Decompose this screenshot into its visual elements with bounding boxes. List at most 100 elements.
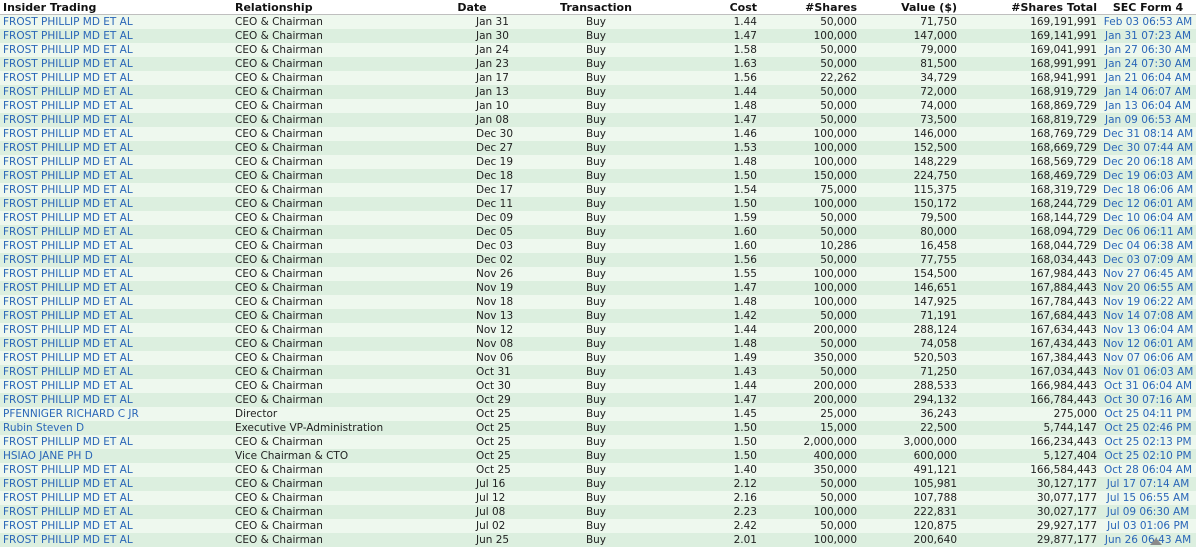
sec-form-4-link[interactable]: Nov 20 06:55 AM xyxy=(1103,282,1193,294)
table-row: FROST PHILLIP MD ET AL CEO & Chairman Dec … xyxy=(0,127,1196,141)
header-cost[interactable]: Cost xyxy=(660,0,760,15)
insider-name-link[interactable]: FROST PHILLIP MD ET AL xyxy=(3,128,133,140)
sec-form-4-link[interactable]: Jan 13 06:04 AM xyxy=(1105,100,1191,112)
date-cell: Jan 17 xyxy=(412,71,532,85)
insider-name-link[interactable]: FROST PHILLIP MD ET AL xyxy=(3,212,133,224)
sec-form-4-link[interactable]: Feb 03 06:53 AM xyxy=(1104,16,1192,28)
sec-form-4-link[interactable]: Nov 14 07:08 AM xyxy=(1103,310,1193,322)
insider-name-link[interactable]: FROST PHILLIP MD ET AL xyxy=(3,156,133,168)
transaction-cell: Buy xyxy=(532,463,660,477)
sec-form-4-link[interactable]: Jul 03 01:06 PM xyxy=(1107,520,1189,532)
insider-name-link[interactable]: FROST PHILLIP MD ET AL xyxy=(3,86,133,98)
insider-name-link[interactable]: FROST PHILLIP MD ET AL xyxy=(3,170,133,182)
sec-form-4-link[interactable]: Jun 26 06:43 AM xyxy=(1105,534,1191,546)
sec-form-4-link[interactable]: Dec 06 06:11 AM xyxy=(1103,226,1193,238)
insider-name-link[interactable]: FROST PHILLIP MD ET AL xyxy=(3,478,133,490)
sec-form-4-link[interactable]: Oct 28 06:04 AM xyxy=(1104,464,1192,476)
insider-name-link[interactable]: FROST PHILLIP MD ET AL xyxy=(3,44,133,56)
sec-form-4-link[interactable]: Dec 30 07:44 AM xyxy=(1103,142,1193,154)
sec-form-4-link[interactable]: Oct 25 02:46 PM xyxy=(1104,422,1191,434)
header-shares-total[interactable]: #Shares Total xyxy=(960,0,1100,15)
sec-form-4-link[interactable]: Jul 09 06:30 AM xyxy=(1107,506,1190,518)
sec-form-4-link[interactable]: Dec 04 06:38 AM xyxy=(1103,240,1193,252)
date-cell: Jan 30 xyxy=(412,29,532,43)
insider-name-link[interactable]: FROST PHILLIP MD ET AL xyxy=(3,72,133,84)
cost-cell: 1.48 xyxy=(660,99,760,113)
insider-name-link[interactable]: FROST PHILLIP MD ET AL xyxy=(3,492,133,504)
insider-name-link[interactable]: FROST PHILLIP MD ET AL xyxy=(3,324,133,336)
sec-form-4-link[interactable]: Nov 27 06:45 AM xyxy=(1103,268,1193,280)
table-row: FROST PHILLIP MD ET AL CEO & Chairman Nov … xyxy=(0,323,1196,337)
insider-name-link[interactable]: FROST PHILLIP MD ET AL xyxy=(3,436,133,448)
sec-form-4-link[interactable]: Jan 09 06:53 AM xyxy=(1105,114,1191,126)
insider-name-link[interactable]: FROST PHILLIP MD ET AL xyxy=(3,16,133,28)
header-transaction[interactable]: Transaction xyxy=(532,0,660,15)
insider-name-link[interactable]: FROST PHILLIP MD ET AL xyxy=(3,240,133,252)
sec-form-4-link[interactable]: Jan 14 06:07 AM xyxy=(1105,86,1191,98)
sec-form-4-link[interactable]: Jan 27 06:30 AM xyxy=(1105,44,1191,56)
scroll-up-arrow-icon[interactable] xyxy=(1150,538,1162,545)
sec-form-4-link[interactable]: Dec 18 06:06 AM xyxy=(1103,184,1193,196)
value-cell: 71,191 xyxy=(860,309,960,323)
insider-name-link[interactable]: FROST PHILLIP MD ET AL xyxy=(3,100,133,112)
sec-form-4-link[interactable]: Dec 20 06:18 AM xyxy=(1103,156,1193,168)
sec-form-4-link[interactable]: Oct 30 07:16 AM xyxy=(1104,394,1192,406)
shares-total-cell: 169,141,991 xyxy=(960,29,1100,43)
insider-name-link[interactable]: FROST PHILLIP MD ET AL xyxy=(3,352,133,364)
sec-form-4-link[interactable]: Dec 12 06:01 AM xyxy=(1103,198,1193,210)
insider-name-link[interactable]: FROST PHILLIP MD ET AL xyxy=(3,254,133,266)
shares-cell: 50,000 xyxy=(760,43,860,57)
header-value[interactable]: Value ($) xyxy=(860,0,960,15)
insider-name-link[interactable]: FROST PHILLIP MD ET AL xyxy=(3,198,133,210)
sec-form-4-link[interactable]: Dec 31 08:14 AM xyxy=(1103,128,1193,140)
relationship-cell: CEO & Chairman xyxy=(232,225,412,239)
insider-name-link[interactable]: FROST PHILLIP MD ET AL xyxy=(3,184,133,196)
insider-name-link[interactable]: HSIAO JANE PH D xyxy=(3,450,93,462)
insider-name-link[interactable]: FROST PHILLIP MD ET AL xyxy=(3,226,133,238)
insider-name-link[interactable]: FROST PHILLIP MD ET AL xyxy=(3,58,133,70)
insider-name-link[interactable]: FROST PHILLIP MD ET AL xyxy=(3,506,133,518)
insider-name-link[interactable]: FROST PHILLIP MD ET AL xyxy=(3,394,133,406)
header-shares[interactable]: #Shares xyxy=(760,0,860,15)
cost-cell: 1.54 xyxy=(660,183,760,197)
sec-form-4-link[interactable]: Jan 31 07:23 AM xyxy=(1105,30,1191,42)
sec-form-4-link[interactable]: Jul 17 07:14 AM xyxy=(1107,478,1190,490)
sec-form-4-link[interactable]: Dec 03 07:09 AM xyxy=(1103,254,1193,266)
insider-name-link[interactable]: FROST PHILLIP MD ET AL xyxy=(3,380,133,392)
insider-name-link[interactable]: FROST PHILLIP MD ET AL xyxy=(3,520,133,532)
cost-cell: 1.50 xyxy=(660,197,760,211)
shares-total-cell: 167,034,443 xyxy=(960,365,1100,379)
insider-name-link[interactable]: FROST PHILLIP MD ET AL xyxy=(3,338,133,350)
sec-form-4-link[interactable]: Nov 01 06:03 AM xyxy=(1103,366,1193,378)
sec-form-4-link[interactable]: Oct 25 04:11 PM xyxy=(1104,408,1191,420)
insider-name-link[interactable]: FROST PHILLIP MD ET AL xyxy=(3,464,133,476)
sec-form-4-link[interactable]: Dec 19 06:03 AM xyxy=(1103,170,1193,182)
insider-name-link[interactable]: FROST PHILLIP MD ET AL xyxy=(3,114,133,126)
sec-form-4-link[interactable]: Nov 19 06:22 AM xyxy=(1103,296,1193,308)
sec-form-4-link[interactable]: Oct 25 02:13 PM xyxy=(1104,436,1191,448)
sec-form-4-link[interactable]: Oct 31 06:04 AM xyxy=(1104,380,1192,392)
sec-form-4-link[interactable]: Nov 12 06:01 AM xyxy=(1103,338,1193,350)
insider-name-link[interactable]: FROST PHILLIP MD ET AL xyxy=(3,296,133,308)
shares-total-cell: 168,044,729 xyxy=(960,239,1100,253)
header-date[interactable]: Date xyxy=(412,0,532,15)
insider-name-link[interactable]: FROST PHILLIP MD ET AL xyxy=(3,310,133,322)
header-relationship[interactable]: Relationship xyxy=(232,0,412,15)
insider-name-link[interactable]: FROST PHILLIP MD ET AL xyxy=(3,282,133,294)
sec-form-4-link[interactable]: Oct 25 02:10 PM xyxy=(1104,450,1191,462)
sec-form-4-link[interactable]: Nov 07 06:06 AM xyxy=(1103,352,1193,364)
sec-form-4-link[interactable]: Jan 24 07:30 AM xyxy=(1105,58,1191,70)
sec-form-4-link[interactable]: Dec 10 06:04 AM xyxy=(1103,212,1193,224)
header-insider-trading[interactable]: Insider Trading xyxy=(0,0,232,15)
header-sec-form-4[interactable]: SEC Form 4 xyxy=(1100,0,1196,15)
insider-name-link[interactable]: FROST PHILLIP MD ET AL xyxy=(3,30,133,42)
sec-form-4-link[interactable]: Jan 21 06:04 AM xyxy=(1105,72,1191,84)
sec-form-4-link[interactable]: Jul 15 06:55 AM xyxy=(1107,492,1190,504)
insider-name-link[interactable]: PFENNIGER RICHARD C JR xyxy=(3,408,139,420)
sec-form-4-link[interactable]: Nov 13 06:04 AM xyxy=(1103,324,1193,336)
insider-name-link[interactable]: FROST PHILLIP MD ET AL xyxy=(3,268,133,280)
insider-name-link[interactable]: Rubin Steven D xyxy=(3,422,84,434)
insider-name-link[interactable]: FROST PHILLIP MD ET AL xyxy=(3,534,133,546)
insider-name-link[interactable]: FROST PHILLIP MD ET AL xyxy=(3,142,133,154)
insider-name-link[interactable]: FROST PHILLIP MD ET AL xyxy=(3,366,133,378)
